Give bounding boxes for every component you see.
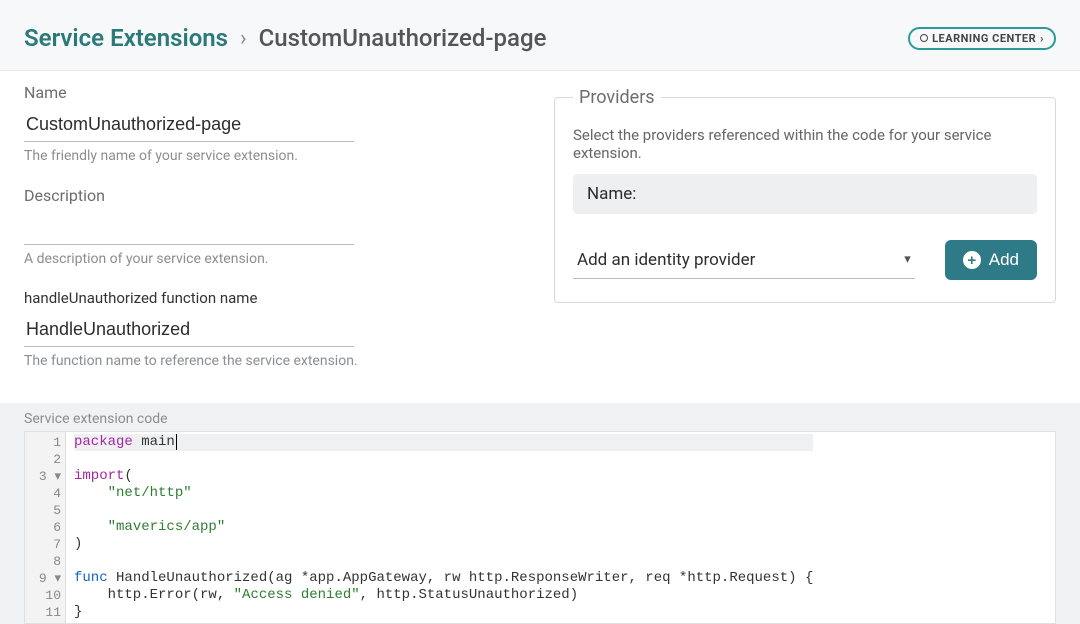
description-label: Description <box>24 186 514 205</box>
identity-provider-select[interactable]: Add an identity provider ▾ <box>573 242 915 279</box>
breadcrumb-root-link[interactable]: Service Extensions <box>24 24 228 52</box>
breadcrumb-current: CustomUnauthorized-page <box>259 24 547 52</box>
code-section-label: Service extension code <box>0 411 1080 427</box>
lightbulb-icon <box>920 34 928 42</box>
func-name-input[interactable] <box>24 313 354 347</box>
description-field-block: Description A description of your servic… <box>24 186 514 267</box>
description-input[interactable] <box>24 211 354 245</box>
name-help-text: The friendly name of your service extens… <box>24 148 514 164</box>
code-editor[interactable]: 1 2 3 ▾ 4 5 6 7 8 9 ▾ 10 11 package main… <box>24 431 1056 624</box>
identity-provider-placeholder: Add an identity provider <box>577 250 755 270</box>
code-gutter: 1 2 3 ▾ 4 5 6 7 8 9 ▾ 10 11 <box>25 432 66 623</box>
learning-center-label: LEARNING CENTER <box>932 32 1036 45</box>
page-header: Service Extensions › CustomUnauthorized-… <box>0 0 1080 71</box>
breadcrumb-separator: › <box>240 26 247 51</box>
description-help-text: A description of your service extension. <box>24 251 514 267</box>
chevron-right-icon: › <box>1040 32 1044 45</box>
name-label: Name <box>24 83 514 102</box>
name-field-block: Name The friendly name of your service e… <box>24 83 514 164</box>
providers-panel: Providers Select the providers reference… <box>554 87 1056 303</box>
chevron-down-icon: ▾ <box>904 252 911 267</box>
func-name-label: handleUnauthorized function name <box>24 289 514 307</box>
add-button-label: Add <box>989 250 1019 270</box>
plus-circle-icon: + <box>963 251 981 269</box>
func-name-help-text: The function name to reference the servi… <box>24 353 514 369</box>
func-name-field-block: handleUnauthorized function name The fun… <box>24 289 514 369</box>
breadcrumb: Service Extensions › CustomUnauthorized-… <box>24 24 546 52</box>
providers-description: Select the providers referenced within t… <box>573 126 1037 162</box>
code-content[interactable]: package main import( "net/http" "maveric… <box>66 432 821 623</box>
providers-name-header: Name: <box>573 174 1037 214</box>
add-provider-button[interactable]: + Add <box>945 240 1037 280</box>
name-input[interactable] <box>24 108 354 142</box>
providers-legend: Providers <box>573 87 661 108</box>
learning-center-button[interactable]: LEARNING CENTER › <box>908 27 1056 50</box>
